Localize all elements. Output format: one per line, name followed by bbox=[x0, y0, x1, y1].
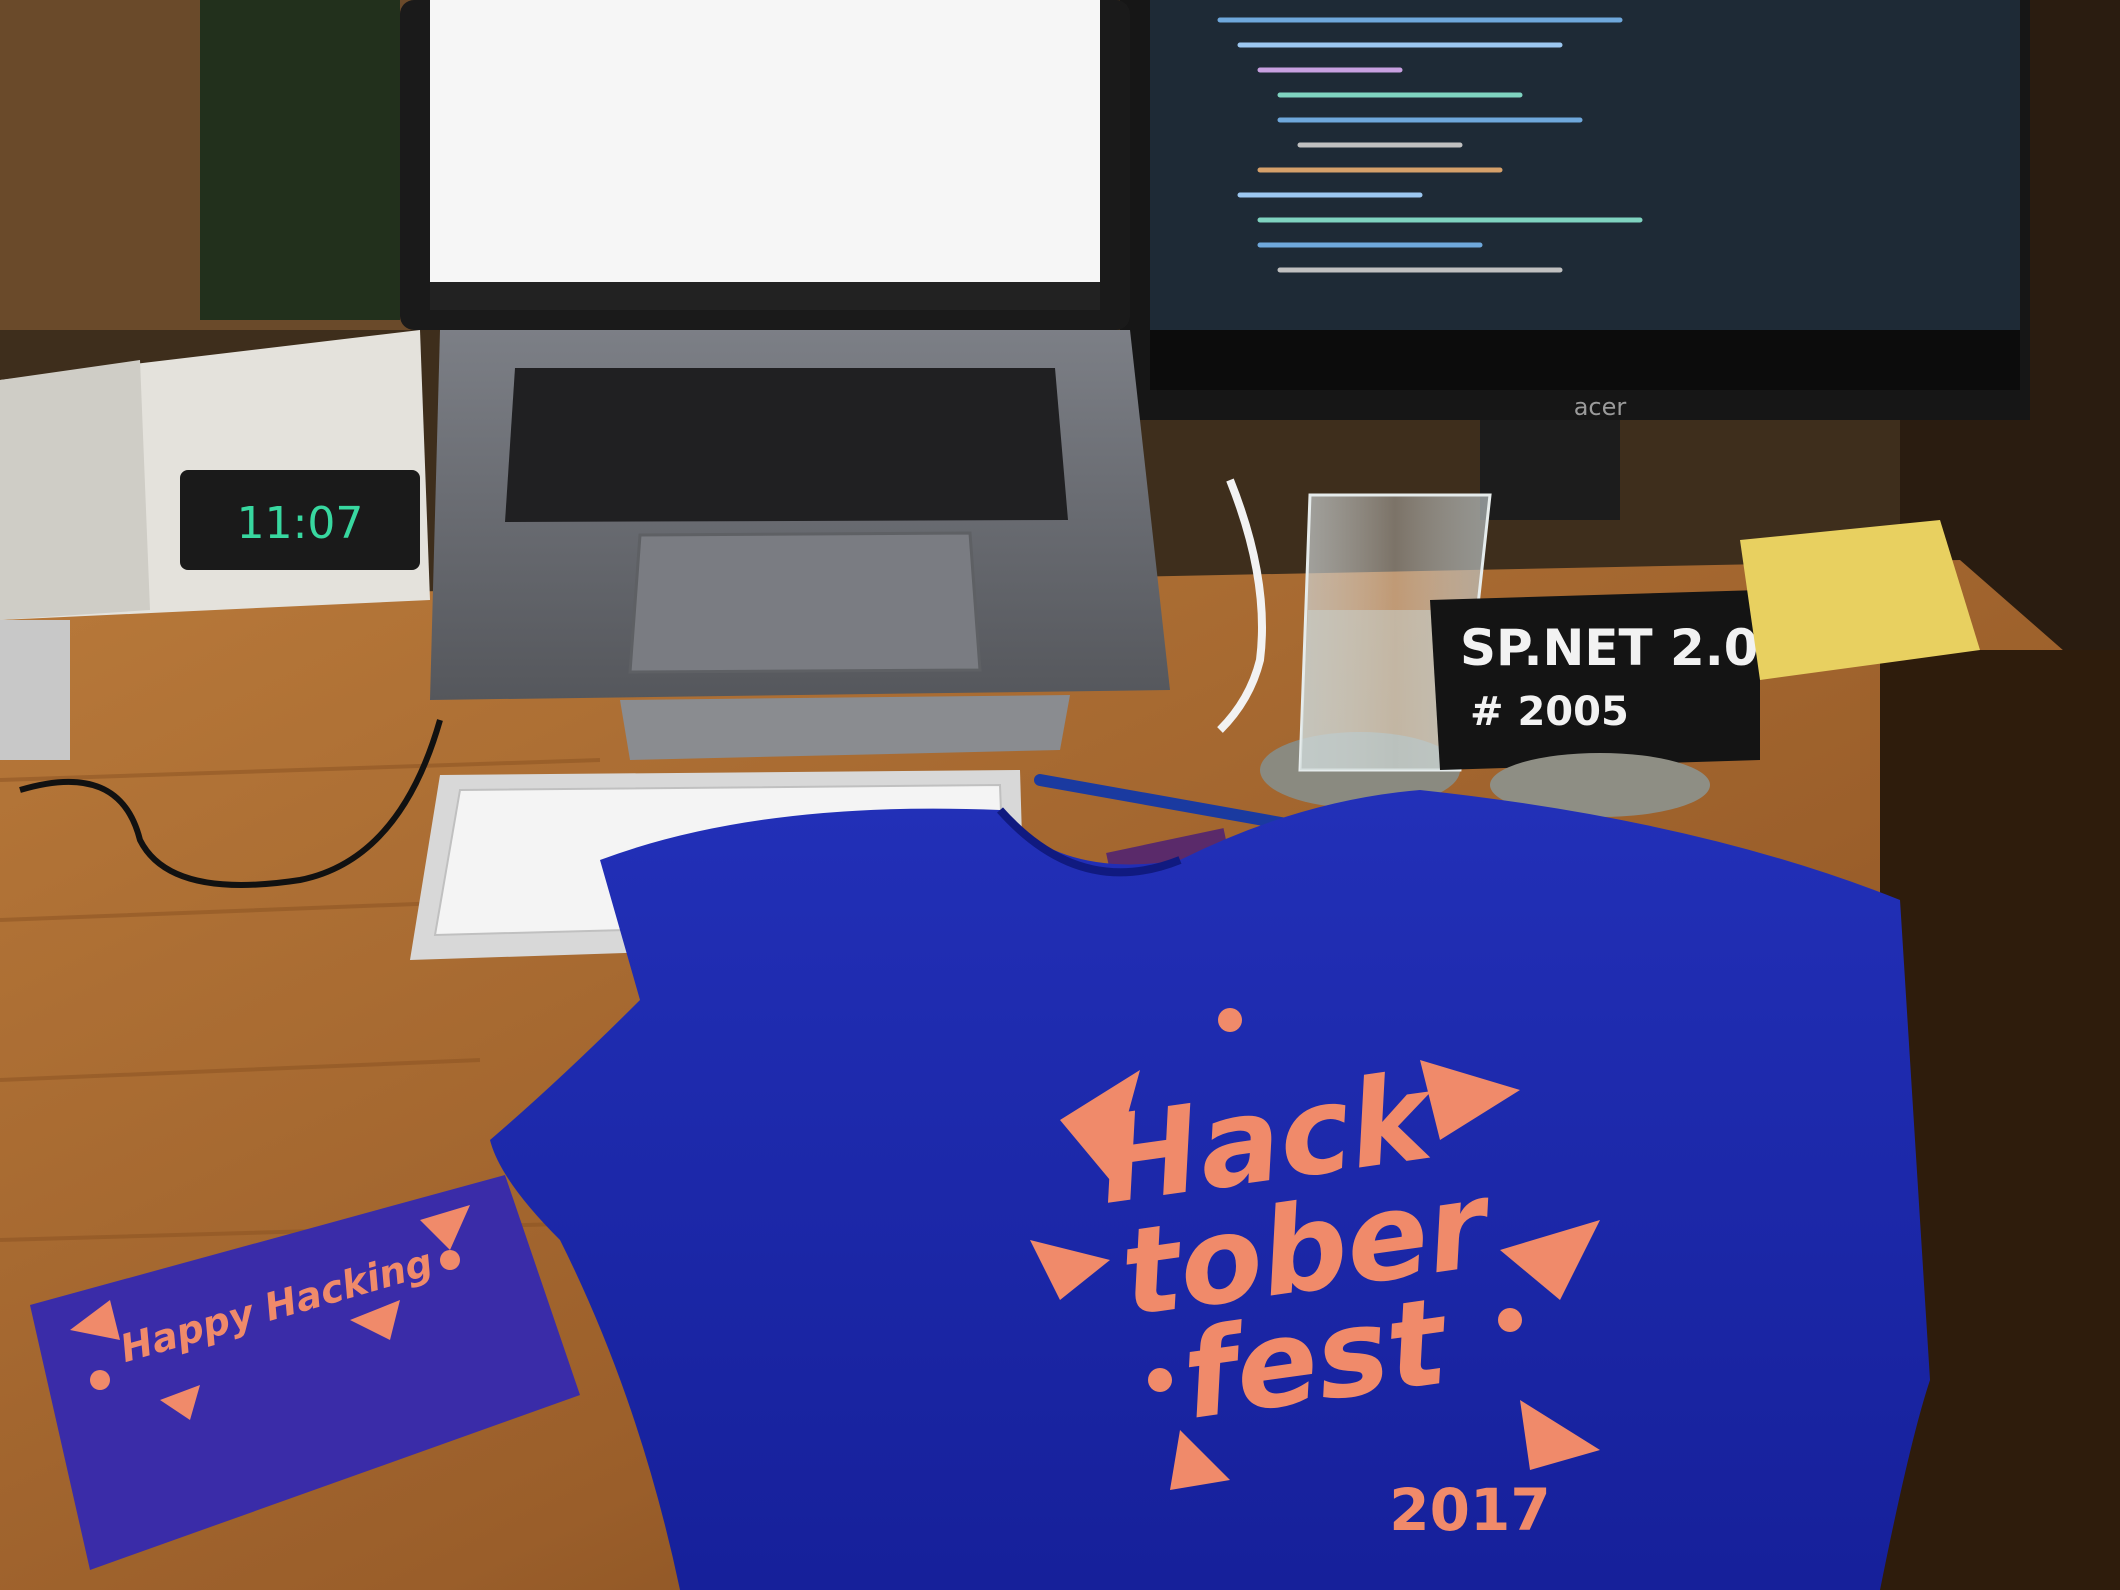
monitor-screen bbox=[1150, 0, 2020, 330]
desk-photo: 11:07 acer SP.NET 2.0 # 2005 Hack tober … bbox=[0, 0, 2120, 1590]
clock-radio: 11:07 bbox=[0, 330, 430, 620]
shirt-year: 2017 bbox=[1389, 1476, 1550, 1544]
monitor-brand: acer bbox=[1574, 393, 1627, 421]
window-plants bbox=[200, 0, 400, 320]
monitor-stand bbox=[1480, 420, 1620, 520]
hacktoberfest-shirt: Hack tober fest 2017 bbox=[490, 790, 1930, 1590]
clock-display: 11:07 bbox=[237, 498, 364, 549]
book-title-line2: # 2005 bbox=[1470, 689, 1629, 735]
laptop-keyboard bbox=[505, 368, 1068, 522]
book-title-line1: SP.NET 2.0 bbox=[1460, 619, 1759, 677]
laptop-stand bbox=[620, 695, 1070, 760]
laptop-trackpad bbox=[628, 531, 982, 674]
laptop bbox=[400, 0, 1170, 760]
left-box bbox=[0, 620, 70, 760]
laptop-taskbar bbox=[430, 282, 1100, 310]
laptop-screen bbox=[430, 0, 1100, 290]
taskbar bbox=[1150, 330, 2020, 390]
right-desk-edge bbox=[1880, 650, 2120, 1590]
